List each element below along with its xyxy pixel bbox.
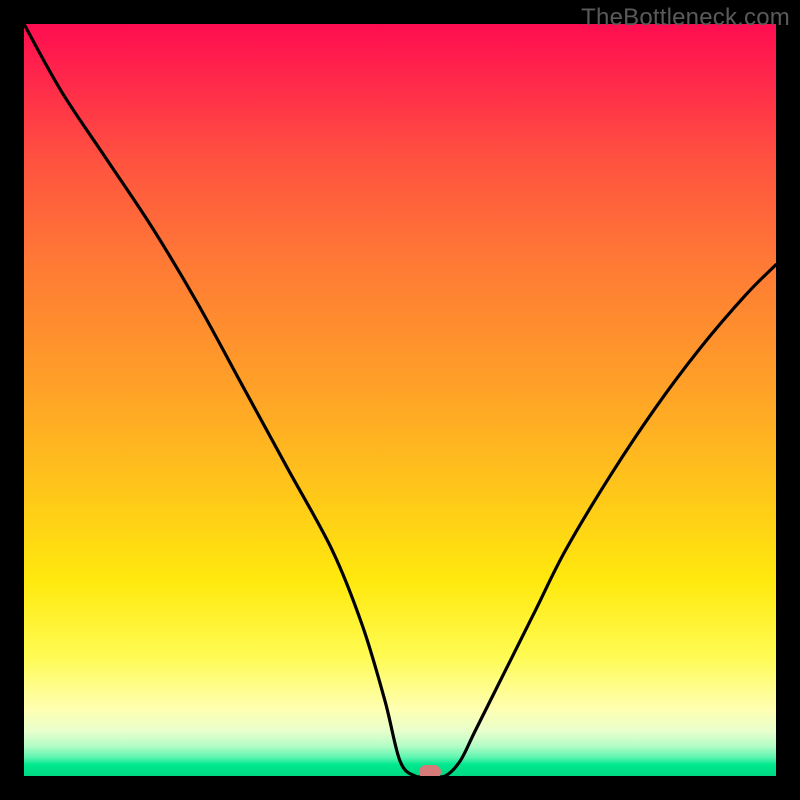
chart-frame: TheBottleneck.com <box>0 0 800 800</box>
optimal-marker <box>419 765 441 776</box>
watermark-text: TheBottleneck.com <box>581 4 790 32</box>
bottleneck-curve <box>24 24 776 776</box>
plot-area <box>24 24 776 776</box>
